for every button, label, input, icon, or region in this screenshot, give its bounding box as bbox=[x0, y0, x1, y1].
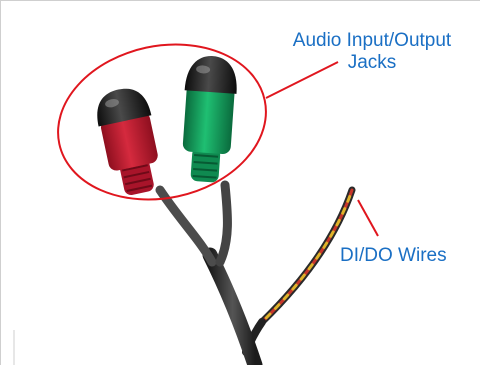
green-jack-cap bbox=[184, 56, 237, 94]
dido-wire-bundle bbox=[242, 186, 356, 356]
dido-wires-label: DI/DO Wires bbox=[340, 245, 447, 266]
audio-jacks-label: Audio Input/Output Jacks bbox=[272, 30, 472, 74]
main-cable bbox=[202, 247, 263, 365]
green-jack-body bbox=[182, 83, 235, 155]
audio-jacks-label-line2: Jacks bbox=[347, 52, 397, 73]
red-jack-cable bbox=[155, 185, 217, 267]
dido-callout-leader bbox=[357, 199, 379, 237]
red-audio-jack bbox=[97, 88, 158, 196]
photo-frame: Audio Input/Output Jacks DI/DO Wires bbox=[0, 0, 480, 365]
green-audio-jack bbox=[182, 56, 237, 183]
audio-jacks-label-line1: Audio Input/Output bbox=[292, 30, 452, 51]
green-jack-cable bbox=[215, 180, 232, 267]
